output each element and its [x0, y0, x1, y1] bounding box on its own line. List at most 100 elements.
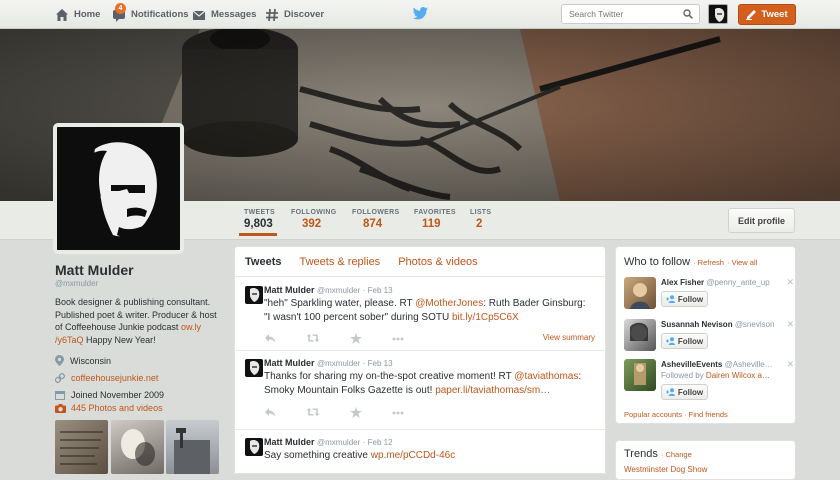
profile-website-link[interactable]: coffeehousejunkie.net: [71, 373, 158, 383]
suggested-user: Alex Fisher @penny_ante_up Follow ✕: [624, 277, 794, 317]
profile-location-text: Wisconsin: [70, 355, 112, 366]
more-options-icon[interactable]: [392, 337, 404, 341]
tab-tweets[interactable]: Tweets: [245, 256, 281, 268]
twitter-bird-icon[interactable]: [413, 7, 428, 20]
favorite-star-icon[interactable]: [350, 407, 362, 418]
stat-followers[interactable]: FOLLOWERS 874: [352, 209, 399, 230]
dismiss-icon[interactable]: ✕: [786, 277, 794, 288]
avatar-portrait: [57, 127, 180, 250]
tab-photos-videos[interactable]: Photos & videos: [398, 256, 478, 268]
tweet-avatar[interactable]: [245, 286, 263, 304]
retweet-icon[interactable]: [306, 333, 320, 343]
hashtag-icon: [266, 8, 278, 21]
photo-thumbnail[interactable]: [111, 420, 164, 474]
tweet-text: Say something creative wp.me/pCCDd-46c: [264, 449, 599, 463]
suggested-user-name[interactable]: AshevilleEvents @Asheville…: [661, 360, 785, 369]
refresh-link[interactable]: · Refresh: [693, 258, 724, 267]
popular-accounts-find-friends[interactable]: Popular accounts · Find friends: [624, 410, 728, 419]
follow-button[interactable]: Follow: [661, 333, 708, 349]
stat-tweets[interactable]: TWEETS 9,803: [244, 209, 275, 230]
tweet-avatar[interactable]: [245, 438, 263, 456]
nav-messages[interactable]: Messages: [192, 0, 256, 29]
tweet-link[interactable]: wp.me/pCCDd-46c: [371, 450, 455, 461]
tweet-author-handle[interactable]: @mxmulder: [317, 438, 360, 447]
tweet-header: Matt Mulder @mxmulder · Feb 13: [264, 285, 393, 295]
suggested-user-name[interactable]: Alex Fisher @penny_ante_up: [661, 278, 785, 287]
nav-home-label: Home: [74, 9, 101, 20]
view-summary-link[interactable]: View summary: [543, 333, 595, 342]
tweet-date[interactable]: · Feb 12: [363, 438, 393, 447]
dismiss-icon[interactable]: ✕: [786, 359, 794, 370]
avatar-image: [250, 361, 260, 375]
tweet-text-part: Smoky Mountain Folks Gazette is out!: [264, 384, 436, 396]
user-menu-avatar[interactable]: [708, 4, 728, 24]
tweet-author-handle[interactable]: @mxmulder: [317, 286, 360, 295]
tab-tweets-replies[interactable]: Tweets & replies: [299, 256, 380, 268]
search-icon[interactable]: [683, 9, 693, 19]
suggested-user-handle: @snevison: [734, 320, 775, 329]
tweet-mention[interactable]: @taviathomas: [514, 371, 578, 382]
tweet-author-handle[interactable]: @mxmulder: [317, 359, 360, 368]
trends-header: Trends · Change: [624, 448, 692, 460]
link-icon: [55, 372, 65, 383]
edit-profile-button[interactable]: Edit profile: [728, 208, 795, 233]
suggested-user-display-name: AshevilleEvents: [661, 360, 723, 369]
more-options-icon[interactable]: [392, 411, 404, 415]
photo-thumbnail[interactable]: [55, 420, 108, 474]
tweet-button[interactable]: Tweet: [738, 4, 796, 25]
tweet-mention[interactable]: @MotherJones: [415, 298, 483, 309]
avatar-image: [250, 288, 260, 302]
tweet-author-name[interactable]: Matt Mulder: [264, 358, 315, 368]
trend-item[interactable]: Westminster Dog Show: [624, 465, 707, 474]
stat-following[interactable]: FOLLOWING 392: [291, 209, 336, 230]
favorite-star-icon[interactable]: [350, 333, 362, 344]
profile-website: coffeehousejunkie.net: [55, 371, 225, 384]
tweet-link[interactable]: paper.li/taviathomas/sm…: [435, 385, 550, 396]
suggested-user-avatar[interactable]: [624, 319, 656, 351]
profile-avatar[interactable]: [53, 123, 184, 254]
stat-favorites[interactable]: FAVORITES 119: [414, 209, 456, 230]
stat-lists-label: LISTS: [470, 209, 492, 216]
suggested-user-avatar[interactable]: [624, 277, 656, 309]
nav-discover[interactable]: Discover: [265, 0, 324, 29]
nav-home[interactable]: Home: [55, 0, 100, 29]
tweet-item[interactable]: Matt Mulder @mxmulder · Feb 12 Say somet…: [235, 430, 605, 475]
reply-icon[interactable]: [264, 333, 276, 343]
profile-description-link[interactable]: ow.ly: [181, 322, 201, 332]
suggested-user-name[interactable]: Susannah Nevison @snevison: [661, 320, 785, 329]
tweet-actions: [264, 407, 404, 418]
tweet-avatar[interactable]: [245, 359, 263, 377]
follow-button[interactable]: Follow: [661, 291, 708, 307]
profile-description-link-2[interactable]: /y6TaQ: [55, 335, 84, 345]
suggested-user-avatar[interactable]: [624, 359, 656, 391]
tweet-date[interactable]: · Feb 13: [363, 359, 393, 368]
trends-change-link[interactable]: · Change: [661, 450, 692, 459]
dismiss-icon[interactable]: ✕: [786, 319, 794, 330]
reply-icon[interactable]: [264, 407, 276, 417]
tweet-link[interactable]: bit.ly/1Cp5C6X: [452, 312, 519, 323]
stat-lists[interactable]: LISTS 2: [470, 209, 491, 230]
compose-icon: [746, 9, 757, 20]
tweet-author-name[interactable]: Matt Mulder: [264, 437, 315, 447]
view-all-link[interactable]: · View all: [727, 258, 757, 267]
photos-videos-label: 445 Photos and videos: [71, 403, 163, 413]
suggested-user-handle: @Asheville…: [724, 360, 773, 369]
calendar-icon: [55, 390, 65, 400]
tweet-item[interactable]: Matt Mulder @mxmulder · Feb 13 Thanks fo…: [235, 351, 605, 430]
tweet-item[interactable]: Matt Mulder @mxmulder · Feb 13 "heh" Spa…: [235, 278, 605, 351]
photo-thumbnail[interactable]: [166, 420, 219, 474]
profile-name[interactable]: Matt Mulder: [55, 262, 225, 278]
tweet-date[interactable]: · Feb 13: [363, 286, 393, 295]
avatar-image: [630, 283, 650, 309]
suggested-user-handle: @penny_ante_up: [706, 278, 770, 287]
profile-bio-card: Matt Mulder @mxmulder Book designer & pu…: [55, 262, 225, 401]
tweet-text: Thanks for sharing my on-the-spot creati…: [264, 370, 599, 397]
search-input[interactable]: [562, 5, 680, 23]
profile-handle[interactable]: @mxmulder: [55, 279, 225, 288]
tweet-author-name[interactable]: Matt Mulder: [264, 285, 315, 295]
suggested-user-display-name: Susannah Nevison: [661, 320, 733, 329]
retweet-icon[interactable]: [306, 407, 320, 417]
follow-button[interactable]: Follow: [661, 384, 708, 400]
followed-by-user[interactable]: Dairen Wilcox a…: [706, 371, 770, 380]
photos-videos-link[interactable]: 445 Photos and videos: [55, 403, 163, 413]
